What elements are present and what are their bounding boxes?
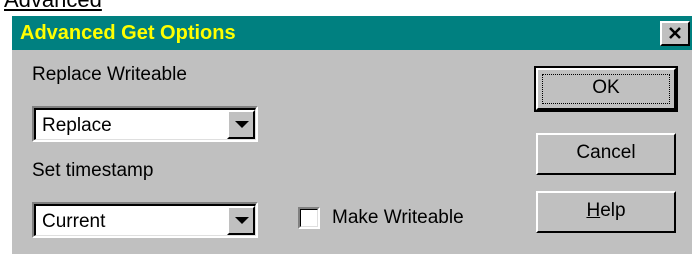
replace-writeable-value: Replace	[42, 115, 112, 136]
help-button[interactable]: Help	[536, 191, 676, 233]
cancel-button-label: Cancel	[576, 142, 636, 163]
make-writeable-checkbox[interactable]	[298, 207, 320, 229]
set-timestamp-dropdown-button[interactable]	[227, 206, 255, 235]
make-writeable-label[interactable]: Make Writeable	[332, 207, 464, 229]
combo-field: Replace	[34, 108, 256, 140]
checkbox-box	[300, 209, 318, 227]
help-button-label: Help	[586, 200, 625, 221]
chevron-down-icon	[235, 217, 249, 224]
cancel-button[interactable]: Cancel	[536, 133, 676, 175]
close-button[interactable]	[660, 21, 690, 46]
ok-button[interactable]: OK	[534, 66, 678, 112]
advanced-get-options-dialog: Advanced Get Options Replace Writeable R…	[10, 14, 692, 254]
set-timestamp-label: Set timestamp	[32, 160, 154, 181]
replace-writeable-label: Replace Writeable	[32, 64, 187, 85]
combo-field: Current	[34, 204, 256, 236]
title-bar[interactable]: Advanced Get Options	[12, 16, 692, 50]
set-timestamp-value: Current	[42, 211, 106, 232]
close-icon	[669, 27, 681, 39]
caption-text: Advanced	[4, 0, 102, 12]
set-timestamp-select[interactable]: Current	[32, 202, 258, 238]
help-mnemonic: H	[586, 200, 601, 221]
replace-writeable-select[interactable]: Replace	[32, 106, 258, 142]
dialog-title: Advanced Get Options	[20, 22, 236, 44]
chevron-down-icon	[235, 121, 249, 128]
ok-button-label: OK	[592, 77, 620, 98]
replace-writeable-dropdown-button[interactable]	[227, 110, 255, 139]
help-label-rest: elp	[600, 200, 626, 221]
